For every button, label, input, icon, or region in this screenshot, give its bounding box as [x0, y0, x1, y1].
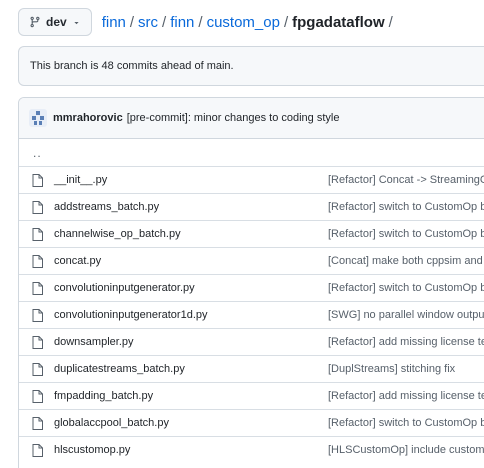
parent-directory-row[interactable]: ..: [19, 139, 484, 166]
triangle-down-icon: [74, 21, 79, 24]
file-icon: [32, 228, 43, 241]
file-row[interactable]: fmpadding_batch.py [Refactor] add missin…: [19, 382, 484, 409]
breadcrumb-separator: /: [198, 13, 203, 31]
branch-select-button[interactable]: dev: [18, 8, 92, 36]
file-name-link[interactable]: convolutioninputgenerator1d.py: [54, 309, 208, 321]
file-commit-message[interactable]: [HLSCustomOp] include custom_hls: [328, 444, 484, 456]
file-icon: [32, 174, 43, 187]
branch-name: dev: [46, 15, 67, 29]
file-commit-message[interactable]: [Refactor] add missing license text: [328, 390, 484, 402]
breadcrumb-separator: /: [129, 13, 135, 31]
file-commit-message[interactable]: [Refactor] switch to CustomOp base: [328, 417, 484, 429]
breadcrumb-separator: /: [283, 13, 289, 31]
breadcrumb-link[interactable]: finn: [170, 14, 194, 31]
file-name-link[interactable]: channelwise_op_batch.py: [54, 228, 181, 240]
file-name-link[interactable]: downsampler.py: [54, 336, 134, 348]
file-commit-message[interactable]: [Concat] make both cppsim and rtlsim: [328, 255, 484, 267]
breadcrumb-current: fpgadataflow: [292, 13, 385, 31]
file-icon: [32, 255, 43, 268]
breadcrumb-link[interactable]: custom_op: [207, 14, 280, 31]
file-name-link[interactable]: duplicatestreams_batch.py: [54, 363, 185, 375]
file-row[interactable]: __init__.py [Refactor] Concat -> Streami…: [19, 166, 484, 193]
file-row[interactable]: duplicatestreams_batch.py [DuplStreams] …: [19, 355, 484, 382]
file-icon: [32, 282, 43, 295]
file-commit-message[interactable]: [Refactor] switch to CustomOp base: [328, 228, 484, 240]
file-row[interactable]: channelwise_op_batch.py [Refactor] switc…: [19, 220, 484, 247]
file-list: __init__.py [Refactor] Concat -> Streami…: [19, 166, 484, 463]
file-icon: [32, 444, 43, 457]
top-bar: dev finn / src / finn / custom_op / fpga…: [18, 8, 397, 36]
file-row[interactable]: hlscustomop.py [HLSCustomOp] include cus…: [19, 436, 484, 463]
branch-ahead-notice: This branch is 48 commits ahead of main.: [18, 46, 484, 86]
file-name-link[interactable]: __init__.py: [54, 174, 107, 186]
breadcrumb-separator: /: [162, 13, 167, 31]
latest-commit-bar: mmrahorovic [pre-commit]: minor changes …: [19, 98, 484, 139]
breadcrumb: finn / src / finn / custom_op / fpgadata…: [102, 14, 397, 31]
file-row[interactable]: downsampler.py [Refactor] add missing li…: [19, 328, 484, 355]
file-row[interactable]: addstreams_batch.py [Refactor] switch to…: [19, 193, 484, 220]
file-icon: [32, 336, 43, 349]
file-row[interactable]: concat.py [Concat] make both cppsim and …: [19, 247, 484, 274]
breadcrumb-link[interactable]: finn: [102, 14, 126, 31]
file-commit-message[interactable]: [Refactor] Concat -> StreamingConcat: [328, 174, 484, 186]
file-name-link[interactable]: globalaccpool_batch.py: [54, 417, 169, 429]
file-browser: mmrahorovic [pre-commit]: minor changes …: [18, 97, 484, 468]
file-name-link[interactable]: convolutioninputgenerator.py: [54, 282, 195, 294]
file-row[interactable]: convolutioninputgenerator.py [Refactor] …: [19, 274, 484, 301]
file-commit-message[interactable]: [SWG] no parallel window output w: [328, 309, 484, 321]
file-name-link[interactable]: concat.py: [54, 255, 101, 267]
breadcrumb-separator: /: [388, 13, 393, 31]
file-row[interactable]: globalaccpool_batch.py [Refactor] switch…: [19, 409, 484, 436]
file-commit-message[interactable]: [DuplStreams] stitching fix: [328, 363, 455, 375]
file-row[interactable]: convolutioninputgenerator1d.py [SWG] no …: [19, 301, 484, 328]
parent-directory-link[interactable]: ..: [19, 146, 42, 160]
file-name-link[interactable]: fmpadding_batch.py: [54, 390, 153, 402]
file-icon: [32, 390, 43, 403]
file-icon: [32, 201, 43, 214]
file-commit-message[interactable]: [Refactor] switch to CustomOp base: [328, 282, 484, 294]
commit-message[interactable]: [pre-commit]: minor changes to coding st…: [127, 112, 340, 124]
breadcrumb-link[interactable]: src: [138, 14, 158, 31]
user-avatar[interactable]: [29, 109, 47, 127]
branch-ahead-text: This branch is 48 commits ahead of main.: [30, 60, 234, 72]
file-icon: [32, 417, 43, 430]
file-name-link[interactable]: addstreams_batch.py: [54, 201, 159, 213]
file-name-link[interactable]: hlscustomop.py: [54, 444, 130, 456]
git-branch-icon: [30, 16, 40, 28]
file-icon: [32, 309, 43, 322]
file-icon: [32, 363, 43, 376]
file-commit-message[interactable]: [Refactor] add missing license text: [328, 336, 484, 348]
commit-author[interactable]: mmrahorovic: [53, 112, 123, 124]
file-commit-message[interactable]: [Refactor] switch to CustomOp base: [328, 201, 484, 213]
